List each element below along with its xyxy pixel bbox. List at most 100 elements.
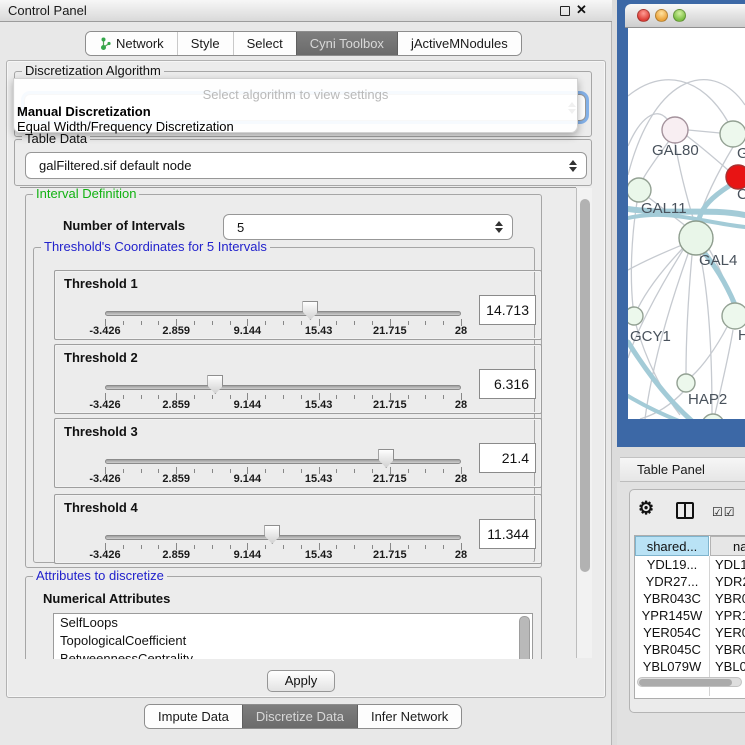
minor-tick bbox=[158, 321, 159, 325]
threshold-value-field[interactable]: 14.713 bbox=[479, 295, 536, 325]
minor-tick bbox=[212, 545, 213, 549]
threshold-value-field[interactable]: 6.316 bbox=[479, 369, 536, 399]
network-edge[interactable] bbox=[638, 247, 684, 308]
cell-shared-name: YLR345W bbox=[635, 675, 709, 676]
tick-label: 28 bbox=[455, 549, 467, 561]
slider-thumb[interactable] bbox=[264, 525, 280, 544]
node-label: GAL4 bbox=[699, 252, 737, 269]
tick-label: 2.859 bbox=[162, 549, 190, 561]
network-node-gal11[interactable] bbox=[628, 178, 651, 202]
table-data-combobox[interactable]: galFiltered.sif default node bbox=[25, 152, 587, 179]
tab-impute-data[interactable]: Impute Data bbox=[145, 705, 242, 728]
network-canvas[interactable]: GAL80GACGAL11GAL4GCY1HHAP2 bbox=[628, 28, 745, 419]
network-node-gal4[interactable] bbox=[679, 221, 713, 255]
minor-tick bbox=[212, 395, 213, 399]
tab-infer-network[interactable]: Infer Network bbox=[357, 705, 461, 728]
table-row[interactable]: YDR27...YDR2 bbox=[635, 573, 745, 590]
table-row[interactable]: YLR345WYLR3 bbox=[635, 675, 745, 676]
node-label: GA bbox=[737, 145, 745, 162]
panel-title: Control Panel bbox=[8, 0, 87, 21]
tab-discretize-data[interactable]: Discretize Data bbox=[242, 705, 357, 728]
network-edge[interactable] bbox=[688, 130, 720, 133]
minor-tick bbox=[301, 469, 302, 473]
slider-track[interactable] bbox=[105, 385, 461, 390]
tab-network[interactable]: Network bbox=[86, 32, 177, 55]
minor-tick bbox=[354, 321, 355, 325]
network-edge[interactable] bbox=[628, 80, 728, 122]
network-edge[interactable] bbox=[700, 254, 712, 414]
network-node-gcy1[interactable] bbox=[628, 307, 643, 325]
threshold-value-field[interactable]: 21.4 bbox=[479, 443, 536, 473]
cell-shared-name: YER054C bbox=[635, 624, 709, 641]
tick-label: -3.426 bbox=[89, 325, 120, 337]
tick-label: 28 bbox=[455, 399, 467, 411]
minor-tick bbox=[230, 321, 231, 325]
attribute-item[interactable]: TopologicalCoefficient bbox=[54, 632, 532, 650]
attribute-item[interactable]: SelfLoops bbox=[54, 614, 532, 632]
table-hscrollbar[interactable] bbox=[637, 677, 742, 687]
number-of-intervals-combobox[interactable]: 5 bbox=[223, 214, 513, 240]
close-traffic-light[interactable] bbox=[637, 9, 650, 22]
minor-tick bbox=[123, 545, 124, 549]
main-scrollbar-thumb[interactable] bbox=[580, 199, 590, 572]
slider-thumb[interactable] bbox=[207, 375, 223, 394]
column-header-shared-name[interactable]: shared... bbox=[635, 536, 709, 556]
attributes-scrollbar[interactable] bbox=[519, 616, 530, 659]
network-edge[interactable] bbox=[686, 255, 692, 374]
slider-thumb[interactable] bbox=[302, 301, 318, 320]
table-row[interactable]: YBL079WYBL0 bbox=[635, 658, 745, 675]
combo-stepper-icon bbox=[495, 221, 503, 233]
threshold-label: Threshold 4 bbox=[64, 500, 138, 515]
table-data-group-title: Table Data bbox=[22, 132, 90, 146]
gear-icon[interactable]: ⚙ bbox=[638, 499, 654, 517]
select-columns-icon[interactable]: ☑☑ bbox=[712, 505, 736, 519]
network-node-ga[interactable] bbox=[720, 121, 745, 147]
network-node-gal80[interactable] bbox=[662, 117, 688, 143]
tick-label: -3.426 bbox=[89, 399, 120, 411]
minor-tick bbox=[158, 545, 159, 549]
minor-tick bbox=[301, 545, 302, 549]
tab-label: Discretize Data bbox=[256, 709, 344, 724]
node-label: H bbox=[738, 327, 745, 344]
threshold-label: Threshold 1 bbox=[64, 276, 138, 291]
tab-style[interactable]: Style bbox=[177, 32, 233, 55]
minor-tick bbox=[265, 545, 266, 549]
tab-cyni-toolbox[interactable]: Cyni Toolbox bbox=[296, 32, 397, 55]
slider-track[interactable] bbox=[105, 459, 461, 464]
threshold-value-field[interactable]: 11.344 bbox=[479, 519, 536, 549]
table-row[interactable]: YER054CYER0 bbox=[635, 624, 745, 641]
table-row[interactable]: YBR043CYBR0 bbox=[635, 590, 745, 607]
cell-shared-name: YPR145W bbox=[635, 607, 709, 624]
column-header-name[interactable]: na bbox=[710, 536, 745, 556]
algorithm-option-manual[interactable]: Manual Discretization bbox=[17, 104, 151, 119]
zoom-traffic-light[interactable] bbox=[673, 9, 686, 22]
tab-select[interactable]: Select bbox=[233, 32, 296, 55]
table-row[interactable]: YDL19...YDL1 bbox=[635, 556, 745, 573]
network-node-hap2[interactable] bbox=[677, 374, 695, 392]
minimize-traffic-light[interactable] bbox=[655, 9, 668, 22]
algorithm-option-equal-width[interactable]: Equal Width/Frequency Discretization bbox=[17, 119, 234, 134]
number-of-intervals-label: Number of Intervals bbox=[63, 218, 185, 233]
table-row[interactable]: YPR145WYPR1 bbox=[635, 607, 745, 624]
float-window-icon[interactable] bbox=[560, 6, 570, 16]
network-node-h[interactable] bbox=[722, 303, 745, 329]
split-view-icon[interactable] bbox=[676, 502, 694, 519]
tick-label: 28 bbox=[455, 473, 467, 485]
main-scrollbar-track[interactable] bbox=[576, 188, 592, 658]
minor-tick bbox=[212, 469, 213, 473]
tab-jactivemnodules[interactable]: jActiveMNodules bbox=[397, 32, 521, 55]
attributes-group-title: Attributes to discretize bbox=[33, 569, 167, 583]
attribute-item[interactable]: BetweennessCentrality bbox=[54, 650, 532, 659]
slider-track[interactable] bbox=[105, 535, 461, 540]
close-icon[interactable]: ✕ bbox=[576, 2, 587, 18]
table-row[interactable]: YBR045CYBR0 bbox=[635, 641, 745, 658]
numerical-attributes-list[interactable]: SelfLoopsTopologicalCoefficientBetweenne… bbox=[53, 613, 533, 659]
apply-button[interactable]: Apply bbox=[267, 670, 335, 692]
slider-track[interactable] bbox=[105, 311, 461, 316]
slider-thumb[interactable] bbox=[378, 449, 394, 468]
table-hscrollbar-thumb[interactable] bbox=[639, 679, 732, 686]
network-node[interactable] bbox=[702, 414, 724, 419]
minor-tick bbox=[283, 395, 284, 399]
node-attribute-table[interactable]: shared... na YDL19...YDL1YDR27...YDR2YBR… bbox=[634, 535, 745, 699]
column-separator bbox=[709, 556, 710, 696]
